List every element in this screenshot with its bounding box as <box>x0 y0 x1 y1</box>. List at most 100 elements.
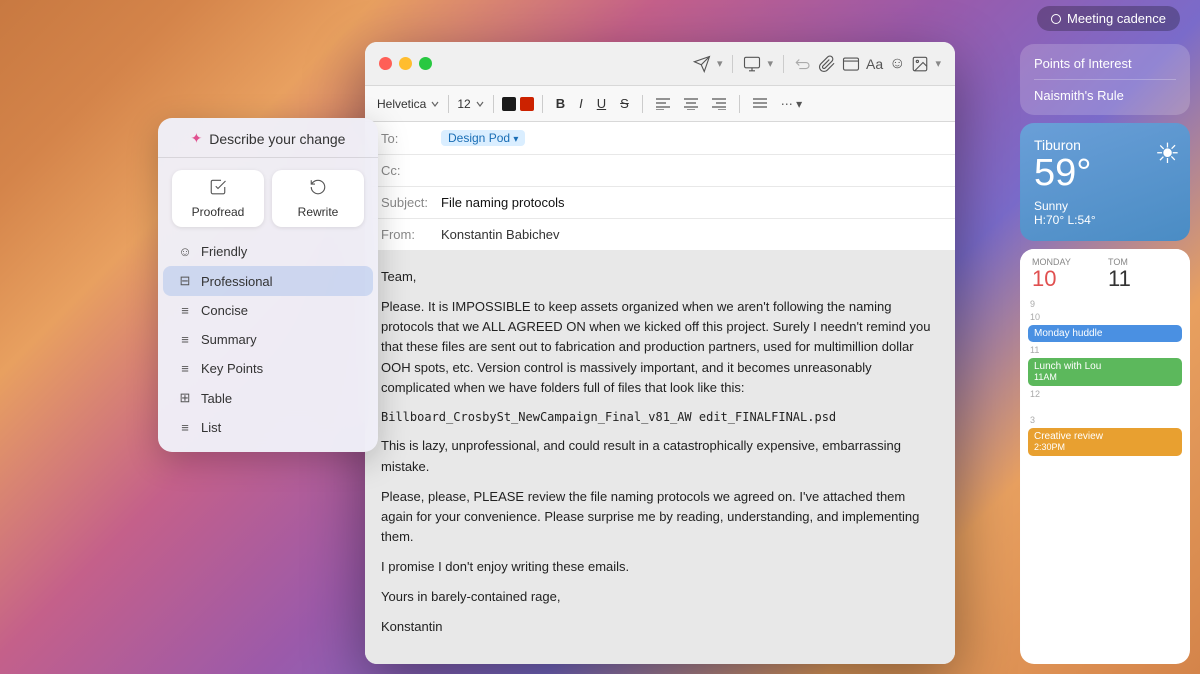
font-name-selector[interactable]: Helvetica <box>377 97 426 111</box>
sun-icon: ☀ <box>1155 137 1180 170</box>
body-closing: Yours in barely-contained rage, <box>381 587 939 607</box>
cc-field-row: Cc: <box>365 155 955 187</box>
text-color-red-swatch[interactable] <box>520 97 534 111</box>
window-titlebar: ▾ ▾ <box>365 42 955 86</box>
cal-time-10: 10 <box>1028 312 1182 322</box>
body-para-3: Please, please, PLEASE review the file n… <box>381 487 939 547</box>
to-label: To: <box>381 131 441 146</box>
weather-condition: Sunny <box>1034 199 1176 213</box>
link-item-2[interactable]: Naismith's Rule <box>1034 88 1176 103</box>
ai-actions: Proofread Rewrite <box>158 158 378 237</box>
align-right-button[interactable] <box>707 96 731 112</box>
photo-icon[interactable] <box>911 55 929 73</box>
cal-time-11: 11 <box>1028 345 1182 355</box>
rewrite-button[interactable]: Rewrite <box>272 170 364 227</box>
send-icon[interactable] <box>693 55 711 73</box>
weather-widget: Tiburon 59° ☀ Sunny H:70° L:54° <box>1020 123 1190 241</box>
font-icon[interactable]: Aa <box>866 56 883 72</box>
proofread-button[interactable]: Proofread <box>172 170 264 227</box>
body-filename: Billboard_CrosbySt_NewCampaign_Final_v81… <box>381 408 939 427</box>
email-fields: To: Design Pod ▾ Cc: Subject: File namin… <box>365 122 955 251</box>
ai-menu-item-list[interactable]: ≡ List <box>163 413 373 442</box>
ai-header-text[interactable]: Describe your change <box>209 131 345 147</box>
calendar-events: 9 10 Monday huddle 11 Lunch with Lou11AM… <box>1020 295 1190 460</box>
ai-menu-item-table[interactable]: ⊞ Table <box>163 383 373 413</box>
ai-menu-item-concise[interactable]: ≡ Concise <box>163 296 373 325</box>
photo-chevron[interactable]: ▾ <box>935 57 941 70</box>
body-greeting: Team, <box>381 267 939 287</box>
compose-chevron[interactable]: ▾ <box>767 57 773 70</box>
strikethrough-button[interactable]: S <box>615 94 634 113</box>
traffic-lights <box>379 57 432 70</box>
cal-time-12: 12 <box>1028 389 1182 399</box>
subject-field-row: Subject: File naming protocols <box>365 187 955 219</box>
close-button[interactable] <box>379 57 392 70</box>
align-left-button[interactable] <box>651 96 675 112</box>
list-button[interactable] <box>748 96 772 112</box>
professional-icon: ⊟ <box>177 273 193 289</box>
calendar-header: MONDAY 10 TOM 11 <box>1020 249 1190 295</box>
toolbar-sep-5 <box>739 95 740 113</box>
more-format-button[interactable]: ⋯ ▾ <box>776 95 807 113</box>
email-window: ▾ ▾ <box>365 42 955 664</box>
ai-menu-item-professional[interactable]: ⊟ Professional <box>163 266 373 296</box>
toolbar-sep-3 <box>542 95 543 113</box>
italic-button[interactable]: I <box>574 94 588 113</box>
calendar-widget: MONDAY 10 TOM 11 9 10 Monday huddle 11 L… <box>1020 249 1190 664</box>
font-size-chevron[interactable] <box>475 99 485 109</box>
cal-time-3: 3 <box>1028 415 1182 425</box>
ai-menu-item-summary[interactable]: ≡ Summary <box>163 325 373 354</box>
toolbar-sep-2 <box>493 95 494 113</box>
list-label: List <box>201 420 221 435</box>
text-color-swatch[interactable] <box>502 97 516 111</box>
friendly-label: Friendly <box>201 244 247 259</box>
link-divider <box>1034 79 1176 80</box>
format-toolbar: Helvetica 12 B I U S ⋯ ▾ <box>365 86 955 122</box>
key-points-icon: ≡ <box>177 361 193 376</box>
font-name-chevron[interactable] <box>430 99 440 109</box>
ai-menu-item-friendly[interactable]: ☺ Friendly <box>163 237 373 266</box>
link-item-1[interactable]: Points of Interest <box>1034 56 1176 71</box>
undo-icon[interactable] <box>794 55 812 73</box>
cal-event-monday-huddle[interactable]: Monday huddle <box>1028 325 1182 342</box>
subject-label: Subject: <box>381 195 441 210</box>
cal-event-lunch[interactable]: Lunch with Lou11AM <box>1028 358 1182 386</box>
calendar-monday-col: MONDAY 10 <box>1032 257 1102 291</box>
body-signature: Konstantin <box>381 617 939 637</box>
cal-time-9: 9 <box>1028 299 1182 309</box>
from-value: Konstantin Babichev <box>441 227 939 242</box>
compose-icon[interactable] <box>743 55 761 73</box>
body-para-2: This is lazy, unprofessional, and could … <box>381 436 939 476</box>
fullscreen-icon[interactable] <box>842 55 860 73</box>
ai-menu-item-key-points[interactable]: ≡ Key Points <box>163 354 373 383</box>
table-label: Table <box>201 391 232 406</box>
from-label: From: <box>381 227 441 242</box>
fullscreen-button[interactable] <box>419 57 432 70</box>
friendly-icon: ☺ <box>177 244 193 259</box>
ai-sparkle-icon: ✦ <box>191 130 203 147</box>
send-chevron[interactable]: ▾ <box>717 57 723 70</box>
cal-event-creative-review[interactable]: Creative review2:30PM <box>1028 428 1182 456</box>
emoji-icon[interactable]: ☺ <box>889 55 905 73</box>
align-center-button[interactable] <box>679 96 703 112</box>
calendar-tomorrow-col: TOM 11 <box>1108 257 1178 291</box>
attachment-icon[interactable] <box>818 55 836 73</box>
to-tag-arrow: ▾ <box>513 134 518 145</box>
list-icon: ≡ <box>177 420 193 435</box>
font-size-selector[interactable]: 12 <box>457 97 470 111</box>
to-value: Design Pod <box>448 131 510 145</box>
concise-label: Concise <box>201 303 248 318</box>
bold-button[interactable]: B <box>551 94 570 113</box>
toolbar-sep-4 <box>642 95 643 113</box>
minimize-button[interactable] <box>399 57 412 70</box>
rewrite-icon <box>309 178 327 201</box>
calendar-monday-num: 10 <box>1032 267 1102 291</box>
subject-value[interactable]: File naming protocols <box>441 195 939 210</box>
to-tag[interactable]: Design Pod ▾ <box>441 130 525 146</box>
ai-popup: ✦ Describe your change Proofread Rewrite <box>158 118 378 452</box>
underline-button[interactable]: U <box>592 94 611 113</box>
concise-icon: ≡ <box>177 303 193 318</box>
toolbar-icons: ▾ ▾ <box>693 55 941 73</box>
email-body[interactable]: Team, Please. It is IMPOSSIBLE to keep a… <box>365 251 955 664</box>
toolbar-sep-1 <box>448 95 449 113</box>
